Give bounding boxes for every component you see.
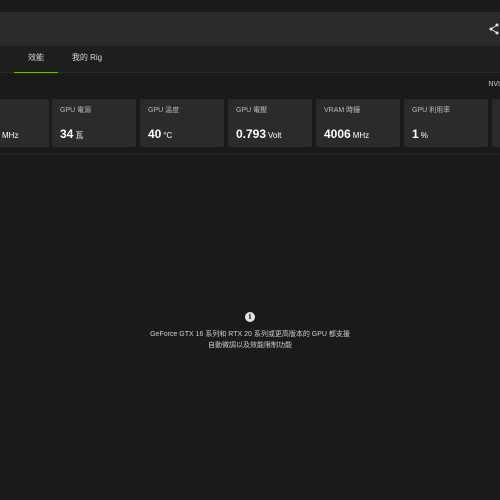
metric-card-gpu-clock: MHz — [0, 99, 49, 147]
metric-value: 1% — [412, 127, 428, 141]
top-toolbar — [0, 12, 500, 46]
metric-value: 34 瓦 — [60, 127, 84, 141]
metric-value: 0.793 Volt — [236, 127, 282, 141]
metric-value: MHz — [0, 127, 18, 141]
tab-performance[interactable]: 效能 — [14, 46, 58, 73]
metric-label: VRAM 時鐘 — [324, 107, 361, 114]
metric-unit: MHz — [352, 131, 370, 140]
nvidia-label: NVI — [488, 81, 500, 88]
metric-label: GPU 電源 — [60, 107, 92, 114]
metric-value: 4006 MHz — [324, 127, 370, 141]
metric-unit: Volt — [268, 131, 282, 140]
metric-unit: 瓦 — [75, 131, 84, 140]
info-icon: i — [245, 312, 255, 322]
metric-value: 40 °C — [148, 127, 173, 141]
metric-label: GPU 溫度 — [148, 107, 180, 114]
info-message: i GeForce GTX 16 系列和 RTX 20 系列或更高版本的 GPU… — [150, 312, 350, 351]
share-icon[interactable] — [489, 22, 499, 36]
section-divider — [0, 154, 500, 155]
title-bar — [0, 0, 500, 12]
metric-card-gpu-voltage: GPU 電壓 0.793 Volt — [228, 99, 312, 147]
metric-card-gpu-temperature: GPU 溫度 40 °C — [140, 99, 224, 147]
metric-card-gpu-utilization: GPU 利用率 1% — [404, 99, 488, 147]
metric-label: GPU 電壓 — [236, 107, 268, 114]
info-text-line-2: 自動微調以及效能限制功能 — [208, 342, 292, 349]
metric-cards: MHz GPU 電源 34 瓦 GPU 溫度 40 °C GPU 電壓 0.793 V… — [0, 99, 500, 149]
metric-unit: % — [420, 131, 428, 140]
metric-card-vram-clock: VRAM 時鐘 4006 MHz — [316, 99, 400, 147]
tab-bar: 效能 我的 Rig — [0, 46, 500, 73]
metric-label: GPU 利用率 — [412, 107, 451, 114]
info-text-line-1: GeForce GTX 16 系列和 RTX 20 系列或更高版本的 GPU 都… — [150, 331, 350, 338]
metric-card-gpu-power: GPU 電源 34 瓦 — [52, 99, 136, 147]
tab-my-rig[interactable]: 我的 Rig — [60, 46, 114, 72]
metric-unit: °C — [163, 131, 173, 140]
metric-card-partial — [492, 99, 500, 147]
metric-unit: MHz — [2, 131, 19, 140]
